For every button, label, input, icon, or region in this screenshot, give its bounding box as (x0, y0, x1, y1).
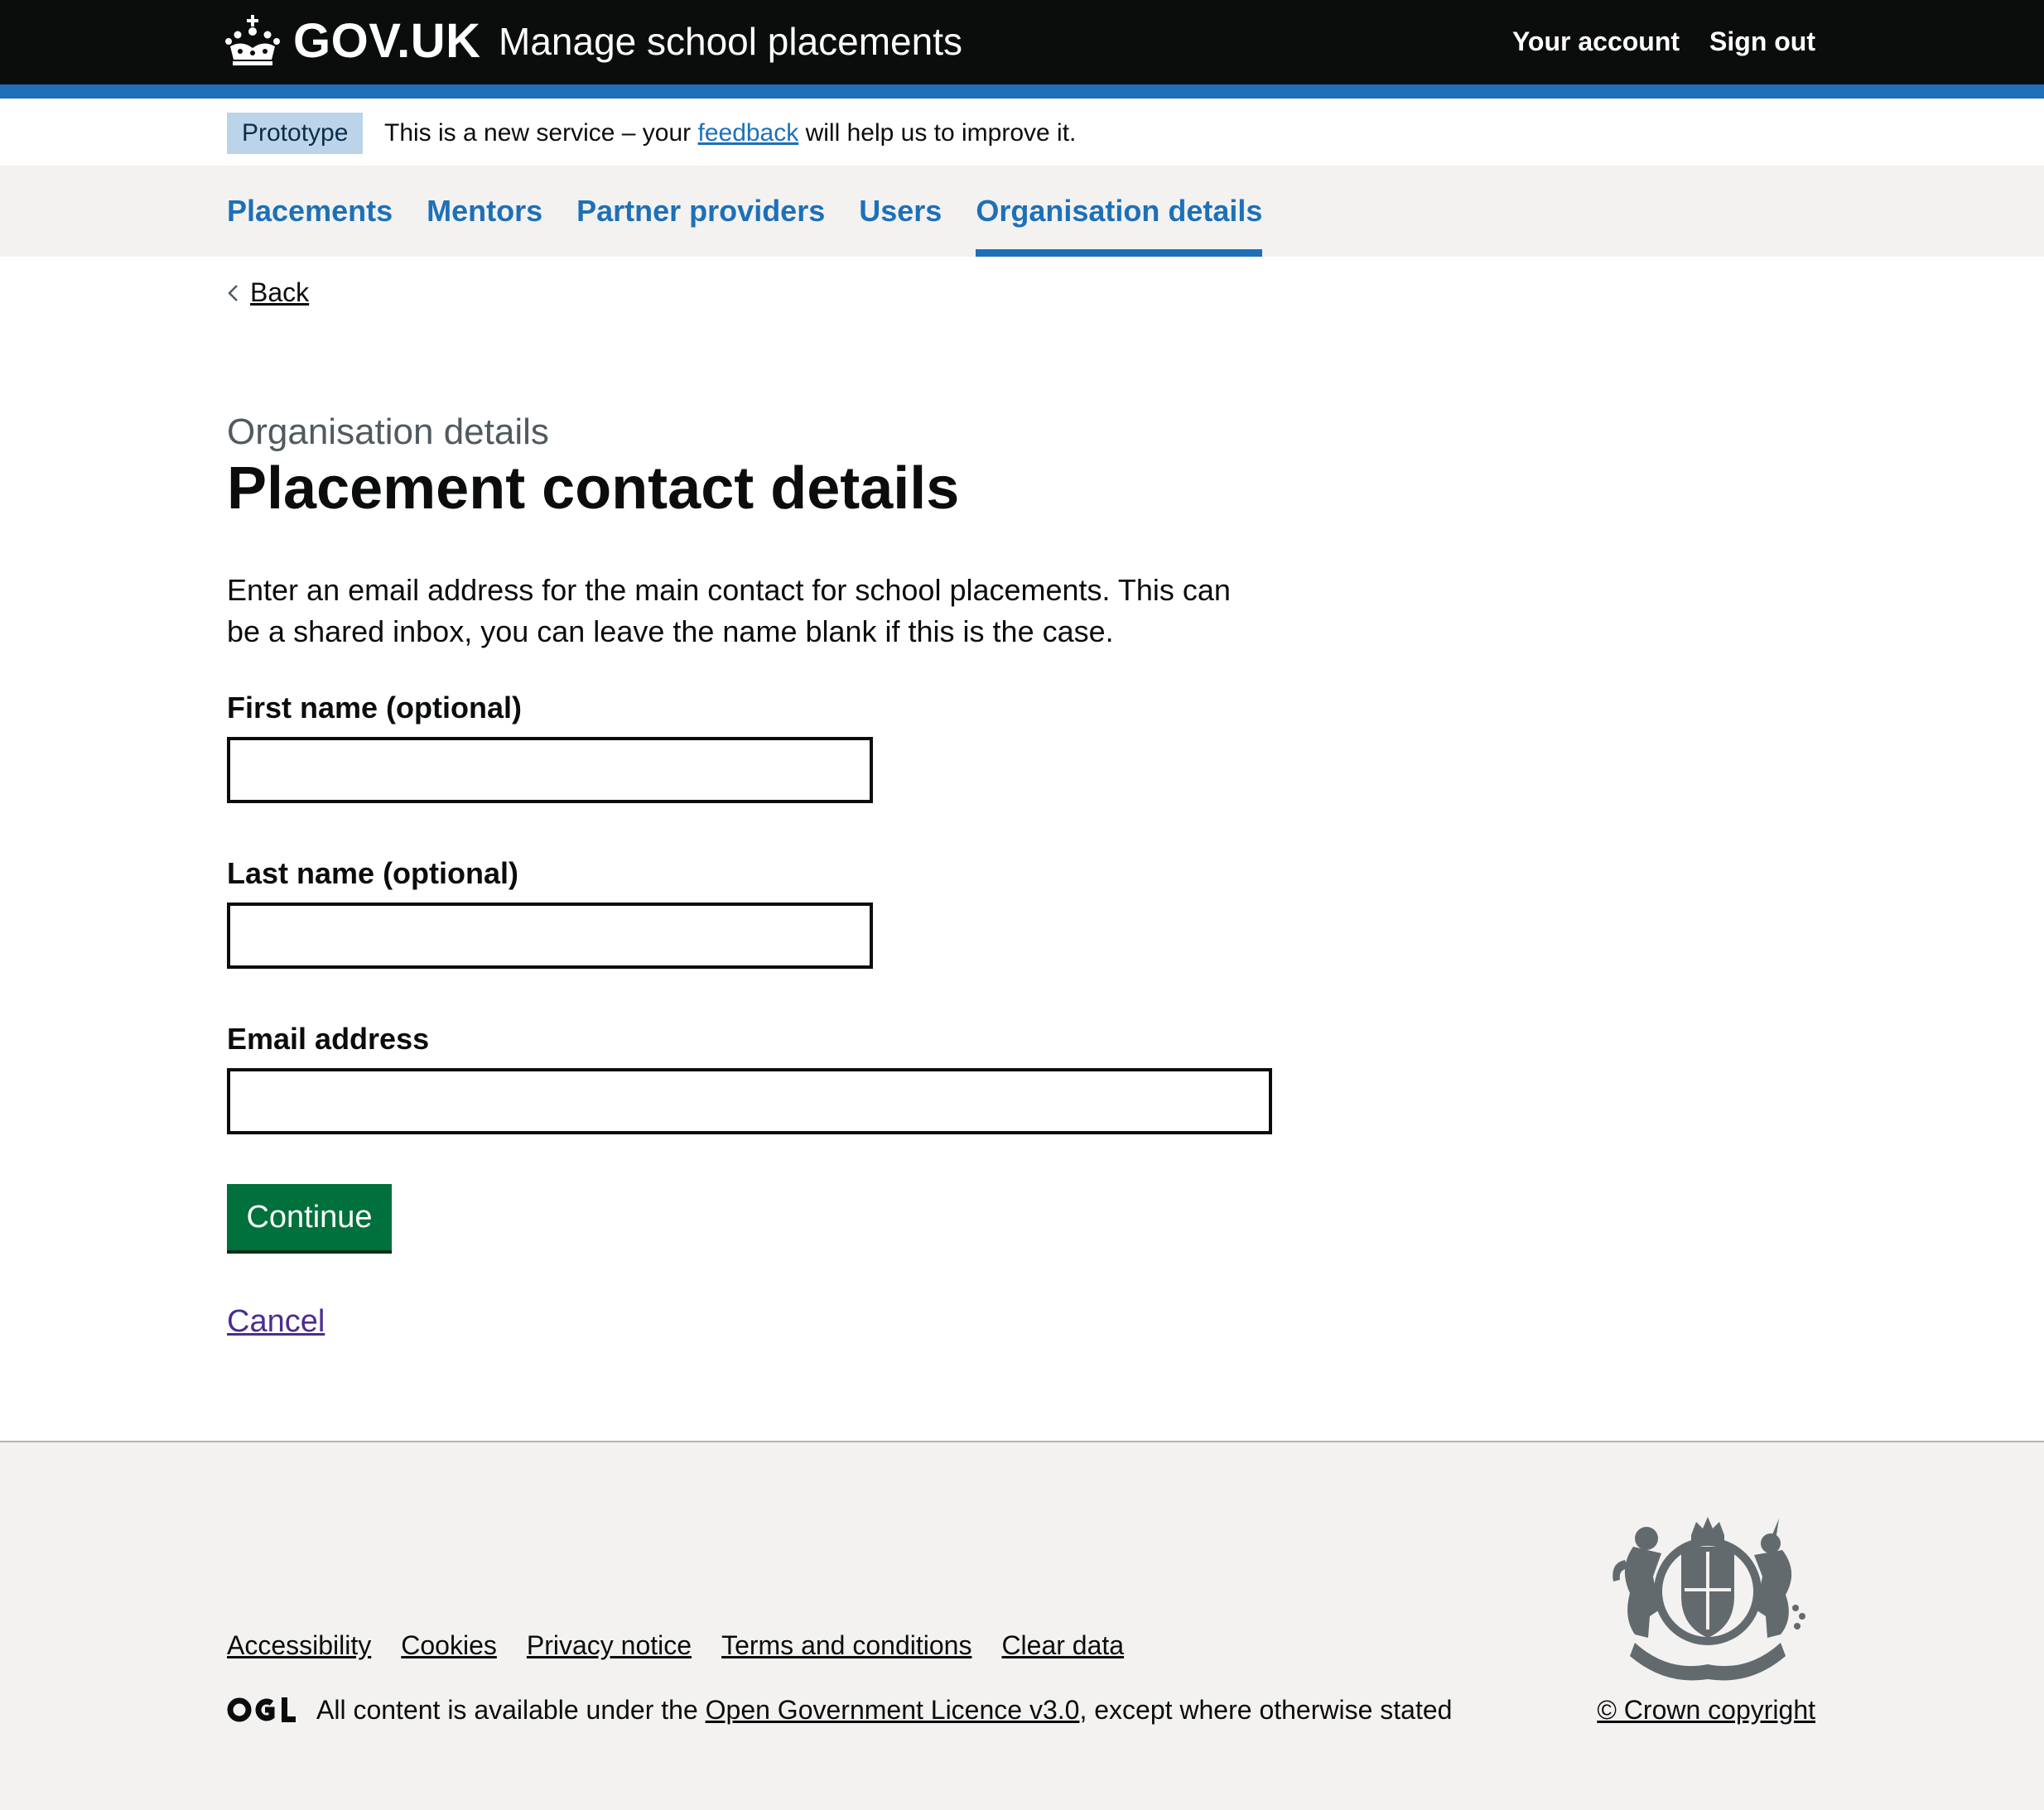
header-blue-bar (0, 84, 2044, 99)
nav-link-users[interactable]: Users (859, 166, 942, 257)
nav-item-mentors: Mentors (427, 166, 542, 257)
primary-navigation: Placements Mentors Partner providers Use… (0, 166, 2044, 257)
footer-link-cookies[interactable]: Cookies (401, 1625, 497, 1666)
back-link[interactable]: Back (227, 277, 309, 308)
site-footer: Accessibility Cookies Privacy notice Ter… (0, 1441, 2044, 1810)
footer-link-accessibility[interactable]: Accessibility (227, 1625, 371, 1666)
chevron-left-icon (228, 284, 238, 301)
intro-text: Enter an email address for the main cont… (227, 573, 1231, 648)
phase-banner-text: This is a new service – your feedback wi… (384, 113, 1076, 154)
phase-tag: Prototype (227, 113, 364, 154)
first-name-label: First name (optional) (227, 691, 523, 724)
nav-item-partner-providers: Partner providers (576, 166, 825, 257)
nav-item-users: Users (859, 166, 942, 257)
nav-item-placements: Placements (227, 166, 393, 257)
email-label: Email address (227, 1022, 430, 1056)
header-account-nav: Your account Sign out (1512, 22, 1815, 61)
licence-text: All content is available under the Open … (316, 1691, 1452, 1729)
phase-text-after: will help us to improve it. (798, 119, 1077, 147)
licence-text-before: All content is available under the (316, 1695, 706, 1725)
govuk-logo-link[interactable]: GOV.UK (225, 10, 480, 71)
your-account-link[interactable]: Your account (1512, 22, 1680, 61)
royal-coat-of-arms-icon (1613, 1517, 1805, 1681)
crown-copyright-link[interactable]: © Crown copyright (1597, 1691, 1815, 1729)
site-header: GOV.UK Manage school placements Your acc… (0, 0, 2044, 84)
open-government-licence-link[interactable]: Open Government Licence v3.0 (706, 1695, 1080, 1725)
nav-link-partner-providers[interactable]: Partner providers (576, 166, 825, 257)
footer-links: Accessibility Cookies Privacy notice Ter… (227, 1625, 1124, 1666)
email-input[interactable] (227, 1068, 1272, 1134)
nav-link-organisation-details[interactable]: Organisation details (976, 166, 1262, 257)
crown-icon (225, 15, 280, 65)
footer-link-privacy-notice[interactable]: Privacy notice (527, 1625, 692, 1666)
govuk-logo-text: GOV.UK (293, 13, 481, 68)
back-link-label: Back (250, 277, 310, 307)
page-title: Placement contact details (227, 455, 960, 522)
first-name-input[interactable] (227, 737, 873, 803)
ogl-logo-icon (227, 1697, 296, 1722)
phase-text-before: This is a new service – your (384, 119, 698, 147)
nav-link-placements[interactable]: Placements (227, 166, 393, 257)
footer-link-terms-and-conditions[interactable]: Terms and conditions (721, 1625, 971, 1666)
footer-link-clear-data[interactable]: Clear data (1001, 1625, 1124, 1666)
service-name-link[interactable]: Manage school placements (499, 17, 962, 66)
phase-banner: Prototype This is a new service – your f… (0, 99, 2044, 166)
nav-item-organisation-details: Organisation details (976, 166, 1263, 257)
last-name-input[interactable] (227, 903, 873, 969)
feedback-link[interactable]: feedback (697, 119, 798, 147)
cancel-link[interactable]: Cancel (227, 1298, 325, 1345)
sign-out-link[interactable]: Sign out (1709, 22, 1815, 61)
nav-link-mentors[interactable]: Mentors (427, 166, 542, 257)
continue-button[interactable]: Continue (227, 1184, 392, 1250)
last-name-label: Last name (optional) (227, 856, 519, 890)
licence-text-after: , except where otherwise stated (1079, 1695, 1453, 1725)
